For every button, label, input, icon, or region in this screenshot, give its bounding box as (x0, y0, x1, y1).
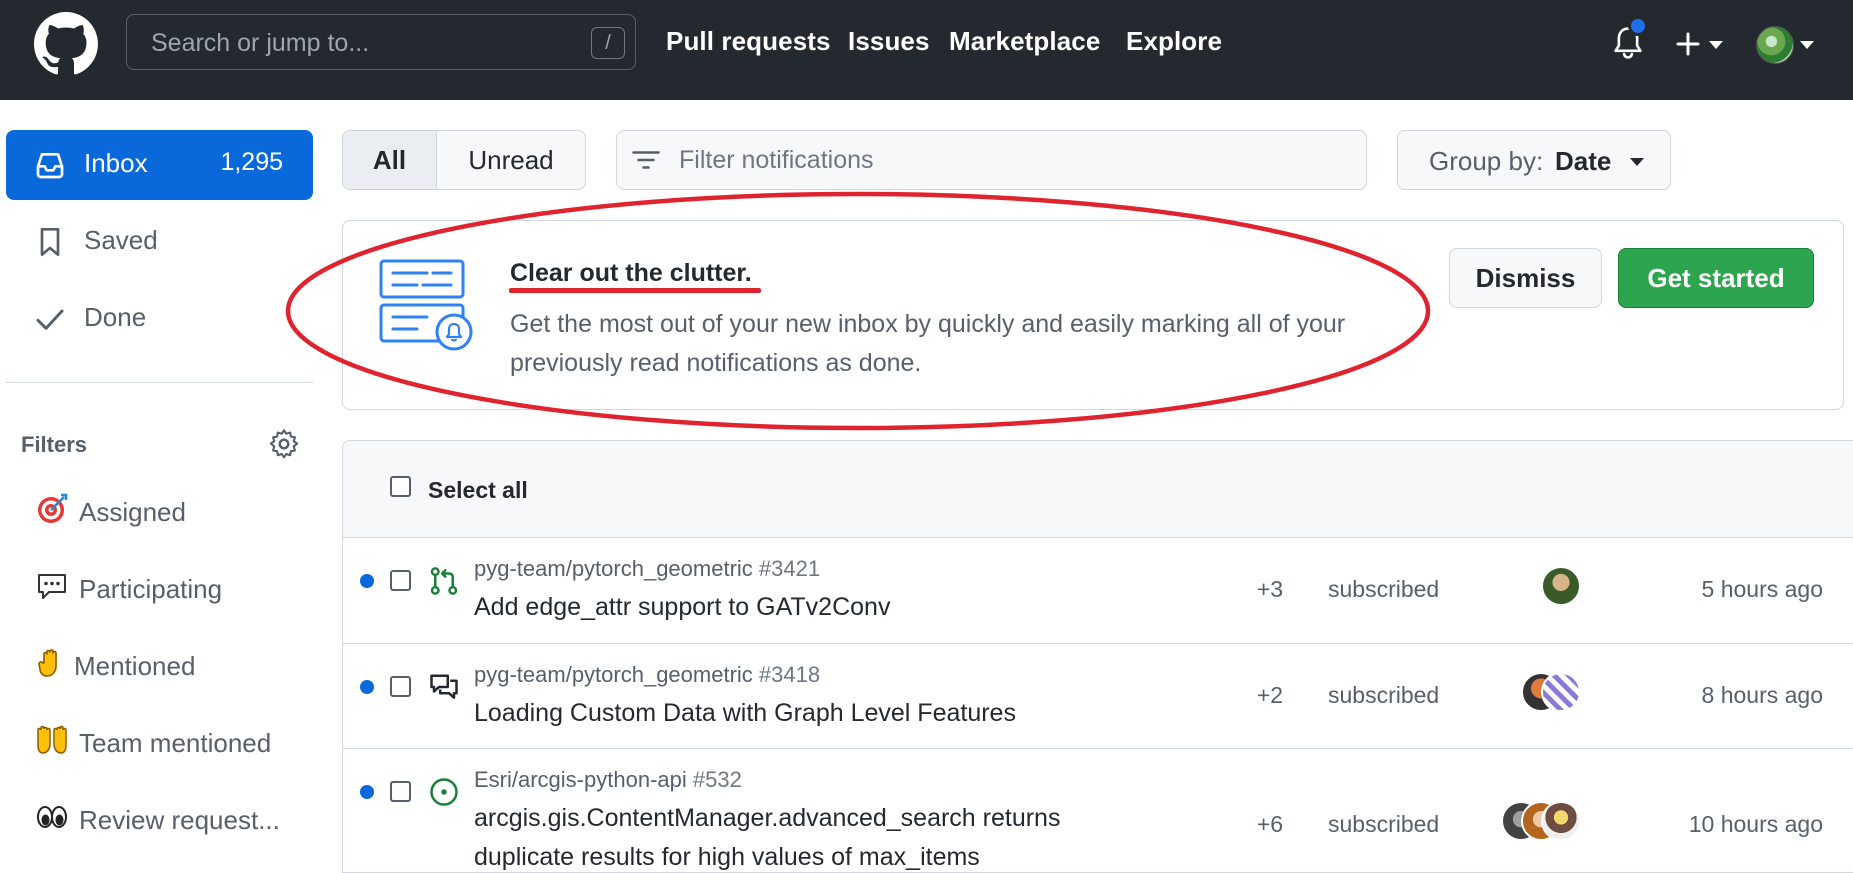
unread-indicator (360, 574, 374, 588)
filter-mentioned[interactable]: Mentioned (36, 641, 316, 691)
search-placeholder: Search or jump to... (151, 29, 370, 57)
notification-row[interactable]: pyg-team/pytorch_geometric #3421 Add edg… (343, 538, 1853, 644)
repo-name: pyg-team/pytorch_geometric #3418 (474, 662, 820, 688)
pull-request-icon (430, 567, 458, 595)
filter-assigned[interactable]: Assigned (36, 487, 316, 537)
issue-opened-icon (430, 778, 458, 806)
chevron-down-icon[interactable] (1800, 41, 1814, 49)
filter-placeholder: Filter notifications (679, 146, 874, 174)
filter-team-mentioned[interactable]: Team mentioned (36, 718, 316, 768)
raising-hands-icon (37, 725, 67, 754)
filter-label: Review request... (79, 805, 280, 835)
unread-indicator (360, 680, 374, 694)
issue-number: #532 (692, 767, 742, 792)
filter-label: Assigned (79, 497, 186, 527)
banner-description: Get the most out of your new inbox by qu… (510, 310, 1346, 377)
inbox-count-badge: 1,295 (220, 148, 283, 176)
group-by-dropdown[interactable]: Group by: Date (1397, 130, 1671, 190)
filter-review-requested[interactable]: Review request... (36, 795, 316, 845)
discussion-icon (430, 674, 458, 699)
select-all-label: Select all (428, 477, 528, 503)
comment-count: +3 (1256, 576, 1284, 602)
list-header: Select all (343, 441, 1853, 538)
nav-pull-requests[interactable]: Pull requests (666, 26, 831, 57)
nav-marketplace[interactable]: Marketplace (949, 26, 1100, 57)
repo-label: pyg-team/pytorch_geometric (474, 662, 753, 687)
tab-all[interactable]: All (342, 130, 437, 190)
timestamp: 8 hours ago (1701, 682, 1823, 708)
inbox-icon (36, 153, 64, 179)
notification-reason: subscribed (1328, 576, 1440, 602)
banner-title: Clear out the clutter. (510, 259, 752, 287)
notification-title: Loading Custom Data with Graph Level Fea… (474, 699, 1016, 727)
issue-number: #3418 (758, 662, 821, 687)
top-header: Search or jump to... / Pull requests Iss… (0, 0, 1853, 100)
row-checkbox[interactable] (390, 570, 411, 591)
repo-label: Esri/arcgis-python-api (474, 767, 687, 792)
plus-icon[interactable] (1676, 32, 1700, 56)
inbox-illustration-icon (379, 259, 473, 351)
sidebar-divider (6, 382, 313, 383)
sidebar-item-label: Saved (84, 225, 158, 255)
notification-reason: subscribed (1328, 811, 1440, 837)
repo-label: pyg-team/pytorch_geometric (474, 556, 753, 581)
sidebar-item-done[interactable]: Done (6, 284, 313, 354)
repo-name: Esri/arcgis-python-api #532 (474, 767, 742, 793)
row-checkbox[interactable] (390, 781, 411, 802)
select-all-checkbox[interactable] (390, 476, 411, 497)
filter-icon (632, 151, 660, 169)
user-avatar[interactable] (1756, 26, 1794, 64)
avatar[interactable] (1541, 801, 1581, 841)
notification-title: Add edge_attr support to GATv2Conv (474, 593, 891, 621)
filter-label: Mentioned (74, 651, 196, 681)
gear-icon[interactable] (268, 428, 300, 460)
issue-number: #3421 (758, 556, 821, 581)
filters-heading: Filters (21, 432, 88, 457)
notification-reason: subscribed (1328, 682, 1440, 708)
sidebar-item-label: Done (84, 302, 147, 332)
unread-indicator (360, 785, 374, 799)
group-by-label: Group by: (1429, 146, 1544, 176)
search-input[interactable]: Search or jump to... / (126, 14, 636, 70)
timestamp: 10 hours ago (1688, 811, 1823, 837)
check-icon (36, 309, 64, 330)
notification-list: Select all pyg-team/pytorch_geometric #3… (342, 440, 1853, 873)
unread-notification-dot (1628, 16, 1648, 36)
avatar[interactable] (1541, 672, 1581, 712)
row-checkbox[interactable] (390, 676, 411, 697)
github-logo-icon[interactable] (34, 12, 98, 76)
sidebar-item-inbox[interactable]: Inbox 1,295 (6, 130, 313, 200)
search-shortcut-key: / (591, 27, 625, 59)
notification-row[interactable]: Esri/arcgis-python-api #532 arcgis.gis.C… (343, 749, 1853, 872)
onboarding-banner: Clear out the clutter. Get the most out … (342, 220, 1844, 410)
filter-label: Participating (79, 574, 223, 604)
notification-row[interactable]: pyg-team/pytorch_geometric #3418 Loading… (343, 644, 1853, 749)
get-started-button[interactable]: Get started (1618, 248, 1814, 308)
sidebar-item-label: Inbox (84, 148, 148, 178)
filter-label: Team mentioned (79, 728, 272, 758)
tab-unread[interactable]: Unread (436, 130, 586, 190)
dismiss-button[interactable]: Dismiss (1449, 248, 1602, 308)
direct-hit-emoji-icon (38, 493, 68, 523)
chevron-down-icon (1630, 158, 1644, 166)
repo-name: pyg-team/pytorch_geometric #3421 (474, 556, 820, 582)
filter-participating[interactable]: Participating (36, 564, 316, 614)
notification-title: arcgis.gis.ContentManager.advanced_searc… (474, 804, 1061, 871)
comment-count: +6 (1256, 811, 1284, 837)
avatar[interactable] (1541, 566, 1581, 606)
filter-notifications-input[interactable]: Filter notifications (616, 130, 1367, 190)
eyes-icon (37, 806, 67, 828)
speech-balloon-icon (38, 574, 66, 599)
nav-explore[interactable]: Explore (1126, 26, 1222, 57)
comment-count: +2 (1256, 682, 1284, 708)
chevron-down-icon[interactable] (1709, 41, 1723, 49)
timestamp: 5 hours ago (1701, 576, 1823, 602)
bookmark-icon (40, 228, 60, 256)
sidebar-item-saved[interactable]: Saved (6, 207, 313, 277)
raised-hand-icon (38, 649, 57, 677)
group-by-value: Date (1555, 146, 1612, 176)
annotation-underline (509, 288, 761, 293)
nav-issues[interactable]: Issues (848, 26, 930, 57)
